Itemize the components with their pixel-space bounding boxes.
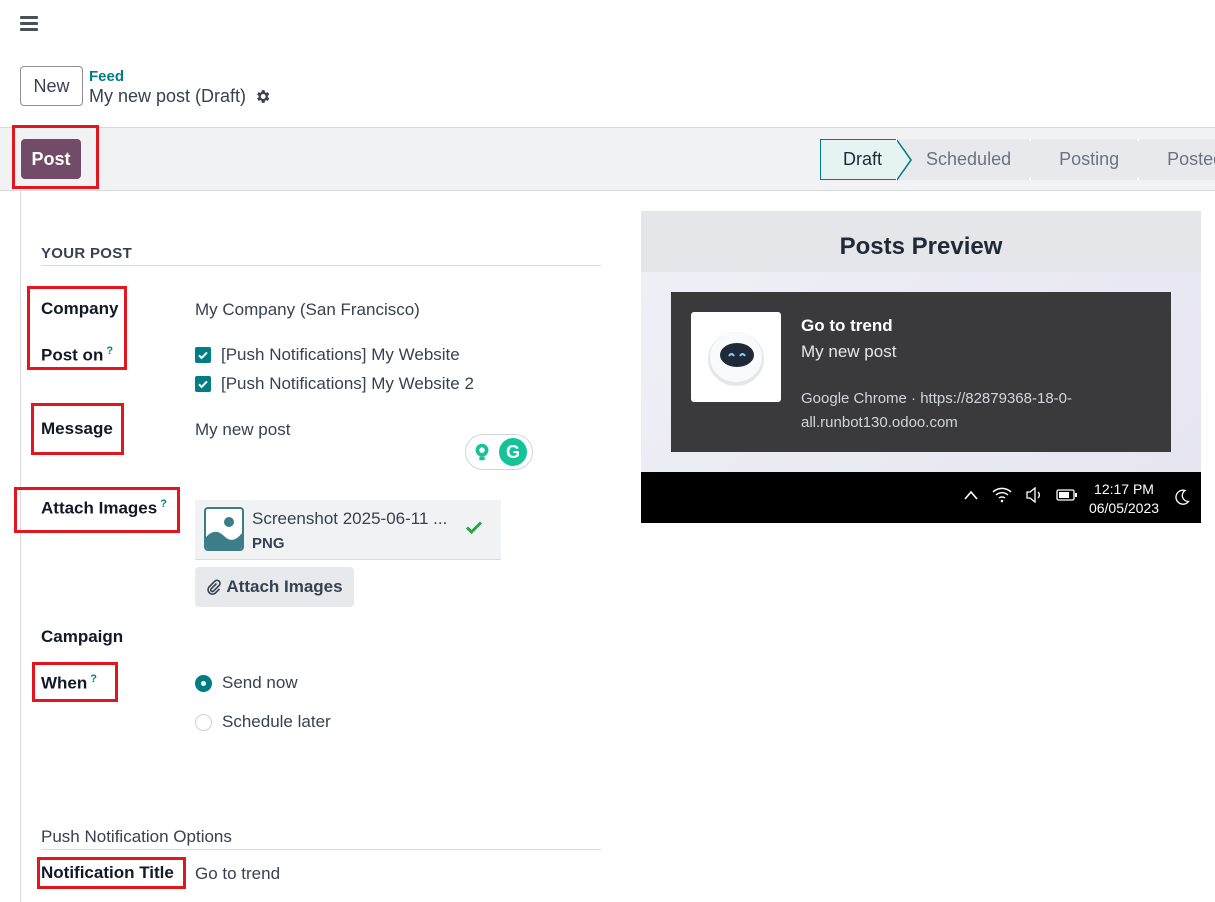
push-options-divider xyxy=(41,849,601,850)
highlight-company-post-on xyxy=(27,286,127,370)
attachment-type: PNG xyxy=(252,535,285,552)
post-on-option-2-label: [Push Notifications] My Website 2 xyxy=(221,374,474,393)
taskbar-date: 06/05/2023 xyxy=(1088,500,1160,516)
sheet-edge xyxy=(20,191,21,902)
robot-avatar-icon xyxy=(691,312,781,402)
notification-source: Google Chrome · https://82879368-18-0-al… xyxy=(801,390,1072,431)
attach-images-button-label: Attach Images xyxy=(226,577,343,596)
stage-scheduled[interactable]: Scheduled xyxy=(896,139,1044,180)
grammarly-logo-icon[interactable]: G xyxy=(499,438,527,466)
taskbar: 12:17 PM 06/05/2023 xyxy=(641,472,1201,523)
preview-title: Posts Preview xyxy=(839,233,1003,260)
checkbox-checked-icon[interactable] xyxy=(195,376,211,392)
when-option-send-now-label: Send now xyxy=(222,673,298,692)
tray-icons xyxy=(963,487,1078,503)
attach-images-button[interactable]: Attach Images xyxy=(195,567,354,607)
highlight-notification-title xyxy=(37,857,186,889)
record-title: My new post (Draft) xyxy=(89,86,271,107)
push-notification-card: Go to trend My new post Google Chrome · … xyxy=(671,292,1171,452)
post-on-option-2[interactable]: [Push Notifications] My Website 2 xyxy=(195,374,474,394)
section-title-your-post: YOUR POST xyxy=(41,245,133,262)
campaign-label: Campaign xyxy=(41,627,124,646)
image-file-icon xyxy=(204,507,244,551)
chevron-up-icon xyxy=(964,490,978,500)
moon-icon xyxy=(1175,489,1190,505)
post-on-option-1-label: [Push Notifications] My Website xyxy=(221,345,460,364)
notification-body: My new post xyxy=(801,342,897,361)
section-divider xyxy=(41,265,601,266)
radio-unselected-icon[interactable] xyxy=(195,713,212,731)
checkbox-checked-icon[interactable] xyxy=(195,347,211,363)
stage-posting[interactable]: Posting xyxy=(1029,139,1152,180)
lightbulb-icon[interactable] xyxy=(471,441,493,463)
message-field[interactable]: My new post xyxy=(195,420,290,440)
gear-icon[interactable] xyxy=(254,88,271,105)
taskbar-clock: 12:17 PM 06/05/2023 xyxy=(1084,480,1164,518)
company-field[interactable]: My Company (San Francisco) xyxy=(195,300,420,320)
when-option-schedule-later[interactable]: Schedule later xyxy=(195,712,331,732)
highlight-when xyxy=(32,662,118,702)
breadcrumb-feed[interactable]: Feed xyxy=(89,68,124,85)
battery-icon xyxy=(1056,489,1077,501)
push-options-section-title: Push Notification Options xyxy=(41,827,232,846)
attachment-name: Screenshot 2025-06-11 ... xyxy=(252,509,448,528)
highlight-message xyxy=(31,403,124,455)
attachment-item[interactable]: Screenshot 2025-06-11 ... PNG xyxy=(195,500,501,560)
when-option-send-now[interactable]: Send now xyxy=(195,673,298,693)
stage-draft[interactable]: Draft xyxy=(820,139,913,181)
post-on-option-1[interactable]: [Push Notifications] My Website xyxy=(195,345,460,365)
hamburger-menu-icon[interactable] xyxy=(20,16,38,32)
wifi-icon xyxy=(992,487,1012,503)
grammarly-widget[interactable]: G xyxy=(465,434,533,470)
record-title-text: My new post (Draft) xyxy=(89,86,247,106)
volume-icon xyxy=(1026,487,1040,503)
highlight-attach-images xyxy=(14,487,180,533)
paperclip-icon xyxy=(207,579,222,595)
posts-preview-panel: Posts Preview Go to trend My new post Go… xyxy=(641,211,1201,523)
status-bar: Draft Scheduled Posting Posted xyxy=(820,139,1215,181)
notification-title-field[interactable]: Go to trend xyxy=(195,864,280,884)
highlight-post-button xyxy=(12,125,99,189)
new-button[interactable]: New xyxy=(20,66,83,106)
when-option-schedule-later-label: Schedule later xyxy=(222,712,331,731)
notification-title: Go to trend xyxy=(801,316,893,335)
upload-complete-check-icon xyxy=(465,521,483,535)
radio-selected-icon[interactable] xyxy=(195,674,212,692)
taskbar-time: 12:17 PM xyxy=(1094,481,1154,497)
